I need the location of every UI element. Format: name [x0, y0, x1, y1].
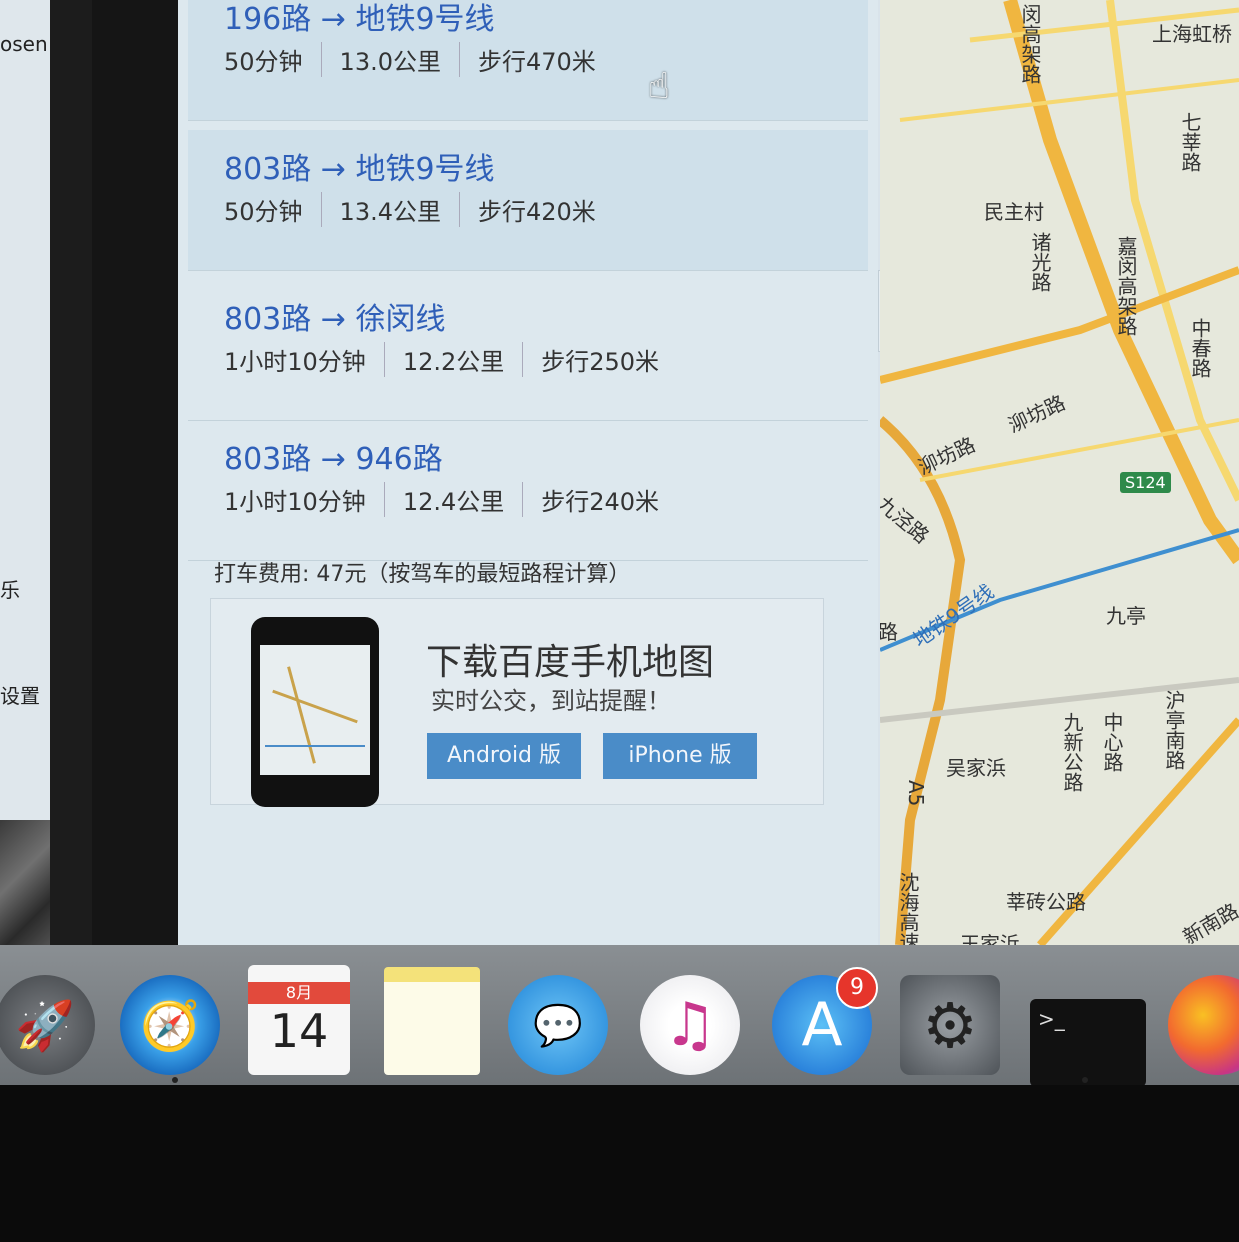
map-label-wangjiabang: 王家浜: [960, 932, 1020, 945]
route-option[interactable]: 803路 → 地铁9号线 50分钟 13.4公里 步行420米: [188, 130, 868, 271]
map-label-jiamin-elevated: 嘉闵高架路: [1114, 236, 1138, 336]
map-label-wujiabang: 吴家浜: [946, 756, 1006, 780]
route-meta: 1小时10分钟 12.4公里 步行240米: [224, 482, 677, 517]
taxi-fare-text: 打车费用: 47元（按驾车的最短路程计算）: [214, 562, 631, 587]
map-label-jiuxin-road: 九新公路: [1060, 712, 1084, 792]
terminal-icon[interactable]: >_: [1030, 999, 1146, 1087]
app-store-icon[interactable]: A 9: [772, 967, 878, 1075]
route-walk: 步行250米: [541, 348, 660, 376]
terminal-prompt: >_: [1038, 1007, 1065, 1031]
route-meta: 50分钟 13.0公里 步行470米: [224, 42, 614, 77]
running-indicator: [172, 1077, 178, 1083]
map-label-huazhuan-road: 莘砖公路: [1006, 890, 1086, 914]
route-option[interactable]: 196路 → 地铁9号线 50分钟 13.0公里 步行470米: [188, 0, 868, 121]
map-label-road: 路: [880, 620, 898, 644]
notification-badge: 9: [836, 967, 878, 1009]
window-shadow: [92, 0, 192, 945]
route-distance: 13.0公里: [322, 42, 460, 77]
map-label-minzhu-village: 民主村: [984, 200, 1044, 224]
map-label-zhongchun-road: 中春路: [1188, 318, 1212, 378]
route-distance: 12.2公里: [385, 342, 524, 377]
route-distance: 13.4公里: [322, 192, 460, 227]
map-label-zhongxin-road: 中心路: [1100, 712, 1124, 772]
launchpad-icon[interactable]: 🚀: [0, 975, 95, 1075]
app-download-banner: 下载百度手机地图 实时公交，到站提醒！ Android 版 iPhone 版: [210, 598, 824, 807]
promo-title: 下载百度手机地图: [426, 642, 715, 683]
map-label-minhang-elevated: 闵高架路: [1018, 4, 1042, 84]
route-duration: 1小时10分钟: [224, 482, 385, 517]
promo-subtitle: 实时公交，到站提醒！: [431, 687, 671, 715]
route-meta: 1小时10分钟 12.2公里 步行250米: [224, 342, 677, 377]
map-label-jiuting: 九亭: [1106, 604, 1146, 628]
photos-icon[interactable]: [1168, 975, 1239, 1075]
route-title[interactable]: 803路 → 徐闵线: [224, 294, 445, 338]
dock: 🚀 🧭 8月 14 💬 ♫ A 9 ⚙ >_: [0, 945, 1239, 1087]
itunes-icon[interactable]: ♫: [640, 975, 740, 1075]
route-distance: 12.4公里: [385, 482, 524, 517]
map-label-a5: A5: [904, 780, 928, 807]
map-label-shenhai-expressway: 沈海高速: [896, 872, 920, 945]
monitor-bezel: [0, 1085, 1239, 1242]
route-duration: 50分钟: [224, 192, 322, 227]
safari-icon[interactable]: 🧭: [120, 975, 220, 1075]
route-walk: 步行240米: [541, 488, 660, 516]
screen: osen 乐 设置 196路 → 地铁9号线 50分钟 13.0公里 步行470米 …: [0, 0, 1239, 1090]
phone-map-preview: [260, 645, 370, 775]
notes-icon[interactable]: [384, 967, 480, 1075]
map-view[interactable]: 上海虹桥 民主村 泖坊路 泖坊路 九亭 吴家浜 王家浜 莘砖公路 新南路 闵高架…: [880, 0, 1239, 945]
hand-cursor-icon: ☝: [648, 66, 670, 107]
route-title[interactable]: 803路 → 地铁9号线: [224, 144, 495, 188]
route-title[interactable]: 803路 → 946路: [224, 434, 443, 478]
window-text: osen: [0, 32, 48, 56]
android-download-button[interactable]: Android 版: [427, 733, 581, 779]
route-duration: 1小时10分钟: [224, 342, 385, 377]
settings-label[interactable]: 设置: [0, 680, 40, 709]
calendar-icon[interactable]: 8月 14: [248, 965, 350, 1075]
route-option[interactable]: 803路 → 徐闵线 1小时10分钟 12.2公里 步行250米: [188, 280, 868, 421]
map-label-qixin-road: 七莘路: [1178, 112, 1202, 172]
route-walk: 步行470米: [477, 48, 596, 76]
map-label-s124: S124: [1120, 472, 1171, 493]
map-label-shanghai-hong: 上海虹桥: [1152, 22, 1232, 46]
route-meta: 50分钟 13.4公里 步行420米: [224, 192, 614, 227]
system-preferences-icon[interactable]: ⚙: [900, 975, 1000, 1075]
messages-icon[interactable]: 💬: [508, 975, 608, 1075]
route-option[interactable]: 803路 → 946路 1小时10分钟 12.4公里 步行240米: [188, 420, 868, 561]
route-duration: 50分钟: [224, 42, 322, 77]
running-indicator: [1082, 1077, 1088, 1083]
map-label-hutingnan-road: 沪亭南路: [1162, 690, 1186, 770]
iphone-download-button[interactable]: iPhone 版: [603, 733, 757, 779]
window-text: 乐: [0, 578, 20, 602]
calendar-day: 14: [269, 1004, 329, 1058]
route-title[interactable]: 196路 → 地铁9号线: [224, 0, 495, 38]
map-label-zhuguang-road: 诸光路: [1028, 232, 1052, 292]
phone-illustration: [251, 617, 379, 807]
route-walk: 步行420米: [477, 198, 596, 226]
calendar-month: 8月: [248, 982, 350, 1004]
